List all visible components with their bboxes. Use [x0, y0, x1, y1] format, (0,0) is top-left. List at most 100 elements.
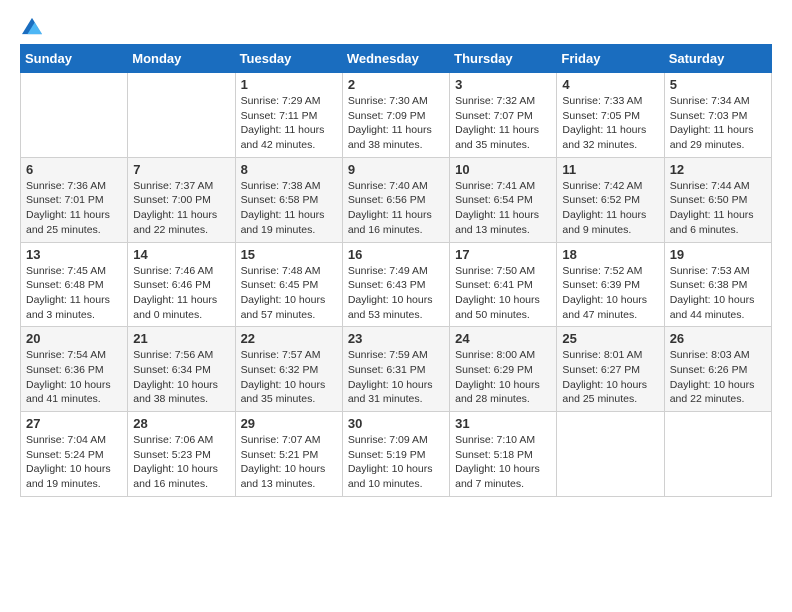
weekday-header-sunday: Sunday: [21, 45, 128, 73]
day-number: 10: [455, 162, 551, 177]
day-number: 29: [241, 416, 337, 431]
day-cell: 28Sunrise: 7:06 AMSunset: 5:23 PMDayligh…: [128, 412, 235, 497]
day-number: 3: [455, 77, 551, 92]
header: [20, 16, 772, 34]
logo: [20, 16, 42, 36]
day-cell: 6 Sunrise: 7:36 AMSunset: 7:01 PMDaylight…: [21, 157, 128, 242]
weekday-header-friday: Friday: [557, 45, 664, 73]
day-info: Sunrise: 7:41 AMSunset: 6:54 PMDaylight:…: [455, 179, 551, 238]
week-row-1: 1Sunrise: 7:29 AMSunset: 7:11 PMDaylight…: [21, 73, 772, 158]
weekday-header-row: SundayMondayTuesdayWednesdayThursdayFrid…: [21, 45, 772, 73]
day-cell: 22 Sunrise: 7:57 AMSunset: 6:32 PMDayligh…: [235, 327, 342, 412]
day-number: 7: [133, 162, 229, 177]
day-info: Sunrise: 8:00 AMSunset: 6:29 PMDaylight:…: [455, 348, 551, 407]
day-number: 2: [348, 77, 444, 92]
weekday-header-monday: Monday: [128, 45, 235, 73]
day-cell: [664, 412, 771, 497]
day-number: 24: [455, 331, 551, 346]
week-row-4: 20 Sunrise: 7:54 AMSunset: 6:36 PMDayligh…: [21, 327, 772, 412]
day-info: Sunrise: 7:57 AMSunset: 6:32 PMDaylight:…: [241, 348, 337, 407]
day-number: 17: [455, 247, 551, 262]
day-cell: 14 Sunrise: 7:46 AMSunset: 6:46 PMDayligh…: [128, 242, 235, 327]
day-cell: 1Sunrise: 7:29 AMSunset: 7:11 PMDaylight…: [235, 73, 342, 158]
page: SundayMondayTuesdayWednesdayThursdayFrid…: [0, 0, 792, 612]
day-cell: 18 Sunrise: 7:52 AMSunset: 6:39 PMDayligh…: [557, 242, 664, 327]
day-number: 20: [26, 331, 122, 346]
day-number: 11: [562, 162, 658, 177]
day-cell: 10 Sunrise: 7:41 AMSunset: 6:54 PMDayligh…: [450, 157, 557, 242]
day-info: Sunrise: 7:56 AMSunset: 6:34 PMDaylight:…: [133, 348, 229, 407]
day-number: 13: [26, 247, 122, 262]
day-cell: 4 Sunrise: 7:33 AMSunset: 7:05 PMDaylight…: [557, 73, 664, 158]
day-info: Sunrise: 7:45 AMSunset: 6:48 PMDaylight:…: [26, 264, 122, 323]
day-info: Sunrise: 7:09 AMSunset: 5:19 PMDaylight:…: [348, 433, 444, 492]
day-number: 14: [133, 247, 229, 262]
weekday-header-thursday: Thursday: [450, 45, 557, 73]
day-cell: 17Sunrise: 7:50 AMSunset: 6:41 PMDayligh…: [450, 242, 557, 327]
day-cell: [557, 412, 664, 497]
day-info: Sunrise: 7:10 AMSunset: 5:18 PMDaylight:…: [455, 433, 551, 492]
day-number: 18: [562, 247, 658, 262]
day-cell: 12 Sunrise: 7:44 AMSunset: 6:50 PMDayligh…: [664, 157, 771, 242]
day-cell: 5Sunrise: 7:34 AMSunset: 7:03 PMDaylight…: [664, 73, 771, 158]
day-cell: 2 Sunrise: 7:30 AMSunset: 7:09 PMDaylight…: [342, 73, 449, 158]
day-info: Sunrise: 8:03 AMSunset: 6:26 PMDaylight:…: [670, 348, 766, 407]
day-info: Sunrise: 7:54 AMSunset: 6:36 PMDaylight:…: [26, 348, 122, 407]
day-cell: [128, 73, 235, 158]
day-cell: 9Sunrise: 7:40 AMSunset: 6:56 PMDaylight…: [342, 157, 449, 242]
calendar-table: SundayMondayTuesdayWednesdayThursdayFrid…: [20, 44, 772, 497]
day-cell: 20 Sunrise: 7:54 AMSunset: 6:36 PMDayligh…: [21, 327, 128, 412]
week-row-5: 27 Sunrise: 7:04 AMSunset: 5:24 PMDayligh…: [21, 412, 772, 497]
day-cell: 13 Sunrise: 7:45 AMSunset: 6:48 PMDayligh…: [21, 242, 128, 327]
day-info: Sunrise: 7:42 AMSunset: 6:52 PMDaylight:…: [562, 179, 658, 238]
day-info: Sunrise: 7:46 AMSunset: 6:46 PMDaylight:…: [133, 264, 229, 323]
day-number: 27: [26, 416, 122, 431]
day-info: Sunrise: 7:29 AMSunset: 7:11 PMDaylight:…: [241, 94, 337, 153]
day-cell: 21Sunrise: 7:56 AMSunset: 6:34 PMDayligh…: [128, 327, 235, 412]
day-number: 22: [241, 331, 337, 346]
day-cell: 15 Sunrise: 7:48 AMSunset: 6:45 PMDayligh…: [235, 242, 342, 327]
day-info: Sunrise: 7:32 AMSunset: 7:07 PMDaylight:…: [455, 94, 551, 153]
day-cell: 27 Sunrise: 7:04 AMSunset: 5:24 PMDayligh…: [21, 412, 128, 497]
day-info: Sunrise: 7:59 AMSunset: 6:31 PMDaylight:…: [348, 348, 444, 407]
day-number: 31: [455, 416, 551, 431]
day-cell: 30 Sunrise: 7:09 AMSunset: 5:19 PMDayligh…: [342, 412, 449, 497]
day-info: Sunrise: 7:36 AMSunset: 7:01 PMDaylight:…: [26, 179, 122, 238]
day-cell: 24 Sunrise: 8:00 AMSunset: 6:29 PMDayligh…: [450, 327, 557, 412]
day-number: 30: [348, 416, 444, 431]
day-cell: 23 Sunrise: 7:59 AMSunset: 6:31 PMDayligh…: [342, 327, 449, 412]
day-number: 4: [562, 77, 658, 92]
logo-area: [20, 16, 42, 34]
day-number: 25: [562, 331, 658, 346]
day-number: 6: [26, 162, 122, 177]
day-info: Sunrise: 7:37 AMSunset: 7:00 PMDaylight:…: [133, 179, 229, 238]
day-info: Sunrise: 7:06 AMSunset: 5:23 PMDaylight:…: [133, 433, 229, 492]
day-info: Sunrise: 7:38 AMSunset: 6:58 PMDaylight:…: [241, 179, 337, 238]
day-info: Sunrise: 7:30 AMSunset: 7:09 PMDaylight:…: [348, 94, 444, 153]
day-info: Sunrise: 7:49 AMSunset: 6:43 PMDaylight:…: [348, 264, 444, 323]
day-cell: 8Sunrise: 7:38 AMSunset: 6:58 PMDaylight…: [235, 157, 342, 242]
day-info: Sunrise: 7:04 AMSunset: 5:24 PMDaylight:…: [26, 433, 122, 492]
day-number: 23: [348, 331, 444, 346]
day-info: Sunrise: 7:52 AMSunset: 6:39 PMDaylight:…: [562, 264, 658, 323]
day-cell: 26 Sunrise: 8:03 AMSunset: 6:26 PMDayligh…: [664, 327, 771, 412]
logo-icon: [22, 16, 42, 36]
day-number: 16: [348, 247, 444, 262]
day-cell: [21, 73, 128, 158]
day-info: Sunrise: 7:40 AMSunset: 6:56 PMDaylight:…: [348, 179, 444, 238]
weekday-header-saturday: Saturday: [664, 45, 771, 73]
day-cell: 25Sunrise: 8:01 AMSunset: 6:27 PMDayligh…: [557, 327, 664, 412]
day-info: Sunrise: 7:33 AMSunset: 7:05 PMDaylight:…: [562, 94, 658, 153]
week-row-3: 13 Sunrise: 7:45 AMSunset: 6:48 PMDayligh…: [21, 242, 772, 327]
day-number: 19: [670, 247, 766, 262]
day-number: 12: [670, 162, 766, 177]
day-info: Sunrise: 7:34 AMSunset: 7:03 PMDaylight:…: [670, 94, 766, 153]
day-info: Sunrise: 7:53 AMSunset: 6:38 PMDaylight:…: [670, 264, 766, 323]
day-info: Sunrise: 7:44 AMSunset: 6:50 PMDaylight:…: [670, 179, 766, 238]
day-number: 26: [670, 331, 766, 346]
day-number: 15: [241, 247, 337, 262]
day-info: Sunrise: 7:48 AMSunset: 6:45 PMDaylight:…: [241, 264, 337, 323]
day-cell: 11 Sunrise: 7:42 AMSunset: 6:52 PMDayligh…: [557, 157, 664, 242]
day-cell: 29Sunrise: 7:07 AMSunset: 5:21 PMDayligh…: [235, 412, 342, 497]
day-cell: 7 Sunrise: 7:37 AMSunset: 7:00 PMDaylight…: [128, 157, 235, 242]
